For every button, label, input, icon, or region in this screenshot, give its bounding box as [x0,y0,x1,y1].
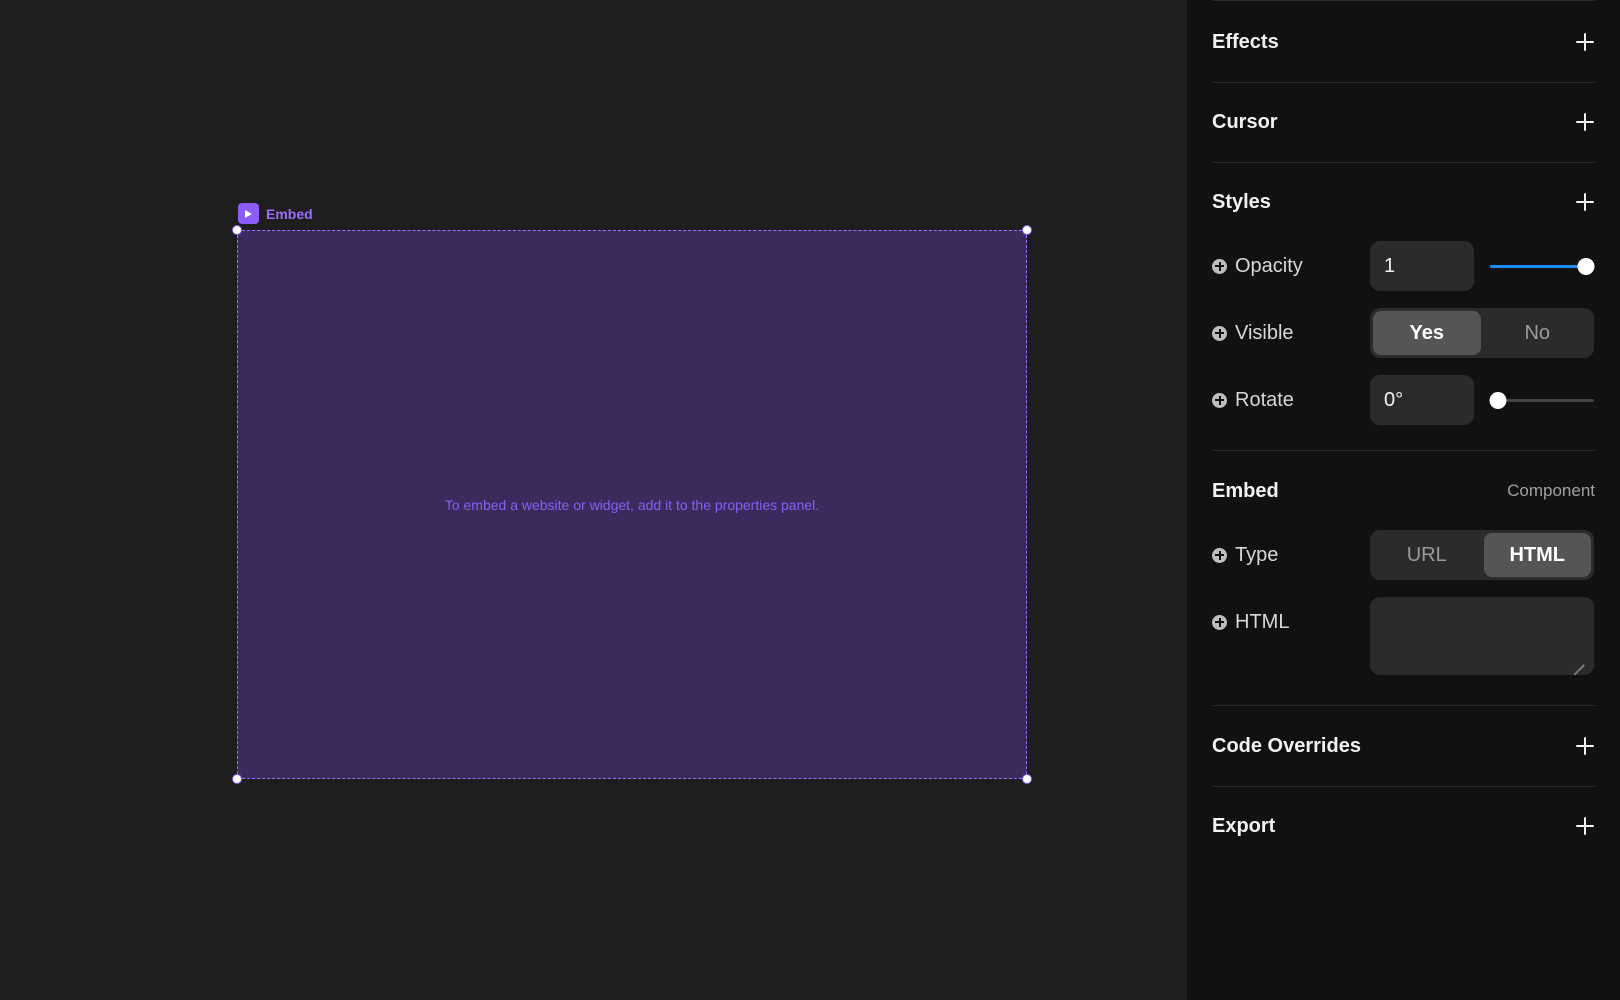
effects-title: Effects [1212,30,1279,53]
opacity-label: Opacity [1212,255,1370,278]
rotate-input[interactable] [1370,375,1474,425]
embed-title: Embed [1212,479,1279,502]
section-effects: Effects [1212,2,1595,83]
rotate-label-text: Rotate [1235,388,1294,411]
visible-label: Visible [1212,322,1370,345]
visible-option-no[interactable]: No [1484,311,1592,355]
opacity-slider-thumb[interactable] [1577,258,1595,275]
component-label: Component [1507,481,1595,500]
html-add-icon[interactable] [1212,614,1227,630]
type-label-text: Type [1235,543,1279,566]
type-add-icon[interactable] [1212,547,1227,563]
opacity-slider[interactable] [1490,241,1595,291]
type-toggle: URL HTML [1370,530,1594,580]
add-effect-plus-icon[interactable] [1575,32,1595,52]
rotate-label: Rotate [1212,389,1370,412]
visible-option-yes[interactable]: Yes [1373,311,1481,355]
html-row: HTML [1212,597,1595,675]
resize-handle-bottom-right[interactable] [1022,774,1032,784]
type-option-html[interactable]: HTML [1483,533,1591,577]
opacity-row: Opacity [1212,241,1595,291]
rotate-slider[interactable] [1489,375,1594,425]
visible-toggle: Yes No [1370,308,1594,358]
embed-frame[interactable]: To embed a website or widget, add it to … [237,230,1027,779]
section-cursor: Cursor [1212,82,1595,163]
canvas[interactable]: Embed To embed a website or widget, add … [0,0,1187,1000]
opacity-add-icon[interactable] [1212,258,1227,274]
section-export: Export [1212,786,1595,866]
opacity-slider-fill [1490,265,1586,268]
rotate-slider-thumb[interactable] [1489,392,1507,409]
textarea-resize-icon[interactable] [1572,653,1584,665]
cursor-title: Cursor [1212,110,1278,133]
opacity-label-text: Opacity [1235,254,1303,277]
html-label: HTML [1212,597,1370,647]
type-option-url[interactable]: URL [1373,533,1481,577]
export-title: Export [1212,814,1276,837]
html-textarea[interactable] [1370,597,1594,675]
html-label-text: HTML [1235,610,1290,633]
type-row: Type URL HTML [1212,530,1595,580]
embed-hint: To embed a website or widget, add it to … [444,496,820,513]
resize-handle-bottom-left[interactable] [232,774,242,784]
add-cursor-plus-icon[interactable] [1575,112,1595,132]
visible-add-icon[interactable] [1212,325,1227,341]
visible-label-text: Visible [1235,321,1294,344]
styles-title: Styles [1212,190,1271,213]
add-code-override-plus-icon[interactable] [1575,736,1595,756]
add-export-plus-icon[interactable] [1575,816,1595,836]
add-style-plus-icon[interactable] [1575,192,1595,212]
section-styles: Styles [1212,162,1595,242]
opacity-input[interactable] [1370,241,1474,291]
frame-label-text: Embed [266,205,313,222]
frame-label[interactable]: Embed [238,203,313,224]
code-overrides-title: Code Overrides [1212,734,1361,757]
visible-row: Visible Yes No [1212,308,1595,358]
embed-play-icon [238,203,259,224]
resize-handle-top-left[interactable] [232,225,242,235]
resize-handle-top-right[interactable] [1022,225,1032,235]
type-label: Type [1212,544,1370,567]
rotate-add-icon[interactable] [1212,392,1227,408]
section-code-overrides: Code Overrides [1212,706,1595,787]
properties-panel: Effects Cursor Styles Opacity Visible Ye… [1187,0,1620,1000]
section-embed: Embed Component [1212,451,1595,531]
rotate-row: Rotate [1212,375,1595,425]
panel-top-divider [1212,0,1595,1]
